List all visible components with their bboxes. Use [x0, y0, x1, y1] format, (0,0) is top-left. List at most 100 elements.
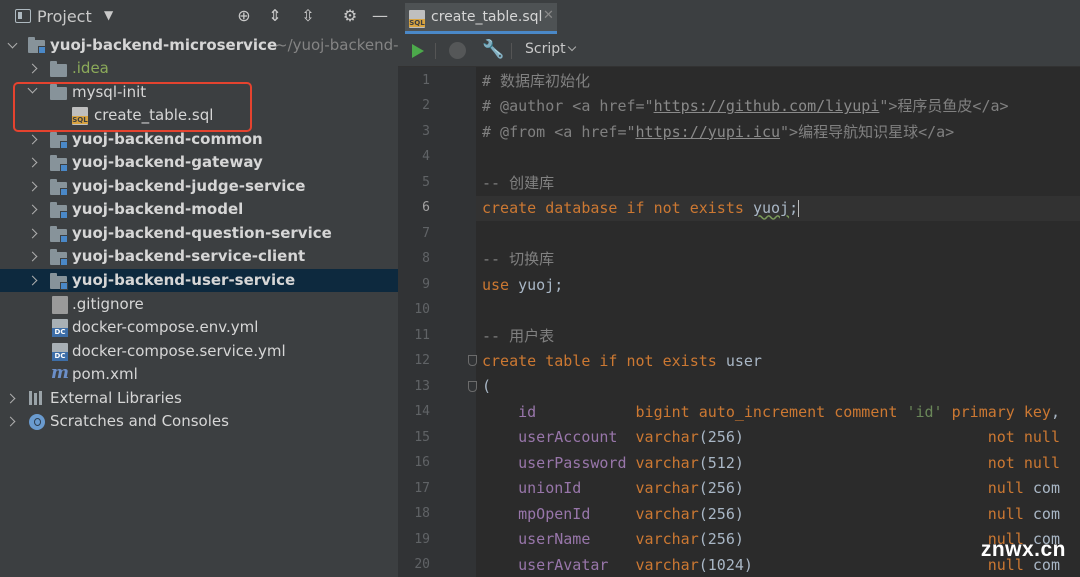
code-line[interactable]: userAccount varchar(256) not null: [482, 425, 1080, 450]
chevron-right-icon[interactable]: [27, 204, 39, 216]
scratches-icon: [29, 414, 45, 430]
line-number-gutter: 1 2 3 4 5 6 7 8 9 10 11 12 13 14 15 16 1…: [398, 67, 477, 577]
tree-item-module-model[interactable]: yuoj-backend-model: [0, 198, 398, 221]
code-line[interactable]: # @author <a href="https://github.com/li…: [482, 94, 1080, 119]
tree-item-label: yuoj-backend-model: [72, 200, 244, 218]
line-number: 14: [414, 404, 430, 419]
line-number: 4: [422, 149, 430, 164]
collapse-all-icon[interactable]: ⇳: [298, 6, 318, 26]
code-line[interactable]: create database if not exists yuoj;: [476, 196, 1080, 222]
line-number: 10: [414, 302, 430, 317]
module-folder-icon: [50, 202, 68, 219]
project-header: Project ▼ ⊕ ⇕ ⇳ ⚙ —: [0, 0, 398, 34]
expand-all-icon[interactable]: ⇕: [265, 6, 285, 26]
library-icon: [29, 391, 45, 405]
code-area[interactable]: # 数据库初始化 # @author <a href="https://githu…: [476, 67, 1080, 577]
project-title[interactable]: Project: [37, 7, 92, 26]
code-line[interactable]: -- 用户表: [482, 324, 1080, 349]
hide-icon[interactable]: —: [370, 6, 390, 26]
code-line[interactable]: userPassword varchar(512) not null: [482, 451, 1080, 476]
stop-button[interactable]: [449, 42, 466, 59]
tree-item-module-user-service[interactable]: yuoj-backend-user-service: [0, 269, 398, 292]
line-number: 17: [414, 481, 430, 496]
tree-item-gitignore[interactable]: .gitignore: [0, 293, 398, 316]
chevron-right-icon[interactable]: [27, 228, 39, 240]
close-icon[interactable]: ✕: [543, 8, 554, 23]
tree-item-idea[interactable]: .idea: [0, 57, 398, 80]
maven-icon: m: [51, 363, 69, 383]
annotation-highlight-box: [13, 82, 252, 132]
project-tool-window: Project ▼ ⊕ ⇕ ⇳ ⚙ — yuoj-backend-microse…: [0, 0, 399, 577]
tree-item-module-judge-service[interactable]: yuoj-backend-judge-service: [0, 175, 398, 198]
script-dropdown[interactable]: Script: [525, 41, 566, 57]
code-line[interactable]: mpOpenId varchar(256) null com: [482, 502, 1080, 527]
code-line[interactable]: unionId varchar(256) null com: [482, 476, 1080, 501]
locate-icon[interactable]: ⊕: [234, 6, 254, 26]
code-line[interactable]: -- 创建库: [482, 171, 1080, 196]
wrench-icon[interactable]: 🔧: [482, 39, 504, 60]
editor-tab-bar: SQL create_table.sql ✕: [398, 0, 1080, 34]
tree-item-compose-env[interactable]: DC docker-compose.env.yml: [0, 316, 398, 339]
tab-create-table-sql[interactable]: SQL create_table.sql ✕: [405, 3, 557, 34]
editor-pane: SQL create_table.sql ✕ 🔧 Script 1 2 3 4 …: [398, 0, 1080, 577]
docker-compose-file-icon: DC: [52, 343, 68, 361]
code-line[interactable]: -- 切换库: [482, 247, 1080, 272]
tree-item-label: yuoj-backend-gateway: [72, 153, 263, 171]
code-line[interactable]: # @from <a href="https://yupi.icu">编程导航知…: [482, 120, 1080, 145]
tree-item-label: Scratches and Consoles: [50, 412, 229, 430]
code-line[interactable]: [482, 145, 1080, 170]
line-number: 16: [414, 455, 430, 470]
code-line[interactable]: [482, 298, 1080, 323]
tree-item-pom[interactable]: m pom.xml: [0, 363, 398, 386]
folder-icon: [50, 61, 67, 77]
module-folder-icon: [28, 37, 46, 54]
chevron-right-icon[interactable]: [27, 134, 39, 146]
line-number: 5: [422, 175, 430, 190]
line-number: 13: [414, 379, 430, 394]
module-folder-icon: [50, 226, 68, 243]
tree-item-module-question-service[interactable]: yuoj-backend-question-service: [0, 222, 398, 245]
module-folder-icon: [50, 273, 68, 290]
toolbar-divider: [435, 43, 436, 59]
code-line[interactable]: create table if not exists user: [482, 349, 1080, 374]
tree-item-label: External Libraries: [50, 389, 182, 407]
chevron-right-icon[interactable]: [27, 181, 39, 193]
project-icon: [15, 9, 31, 23]
sql-file-icon: SQL: [409, 10, 425, 28]
tree-item-root[interactable]: yuoj-backend-microservice ~/yuoj-backend…: [0, 34, 399, 57]
run-button[interactable]: [412, 44, 424, 58]
line-number: 9: [422, 277, 430, 292]
chevron-right-icon[interactable]: [27, 157, 39, 169]
tree-item-scratches[interactable]: Scratches and Consoles: [0, 410, 398, 433]
line-number: 2: [422, 98, 430, 113]
line-number: 7: [422, 226, 430, 241]
view-dropdown-icon[interactable]: ▼: [104, 8, 113, 22]
tree-item-module-gateway[interactable]: yuoj-backend-gateway: [0, 151, 398, 174]
tree-item-external-libraries[interactable]: External Libraries: [0, 387, 398, 410]
code-line[interactable]: (: [482, 374, 1080, 399]
tree-item-label: yuoj-backend-question-service: [72, 224, 332, 242]
watermark: znwx.cn: [980, 538, 1066, 561]
gear-icon[interactable]: ⚙: [340, 6, 360, 26]
chevron-right-icon[interactable]: [27, 275, 39, 287]
chevron-down-icon[interactable]: [7, 40, 19, 52]
tree-item-path: ~/yuoj-backend-: [275, 36, 399, 54]
code-line[interactable]: use yuoj;: [482, 273, 1080, 298]
code-line[interactable]: [482, 222, 1080, 247]
code-line[interactable]: id bigint auto_increment comment 'id' pr…: [482, 400, 1080, 425]
tree-item-label: .idea: [72, 59, 109, 77]
chevron-right-icon[interactable]: [5, 393, 17, 405]
tree-item-label: yuoj-backend-common: [72, 130, 263, 148]
tree-item-label: yuoj-backend-service-client: [72, 247, 306, 265]
chevron-right-icon[interactable]: [5, 416, 17, 428]
toolbar-divider: [511, 43, 512, 59]
line-number: 11: [414, 328, 430, 343]
code-line[interactable]: # 数据库初始化: [482, 69, 1080, 94]
chevron-right-icon[interactable]: [27, 251, 39, 263]
line-number: 12: [414, 353, 430, 368]
tree-item-compose-service[interactable]: DC docker-compose.service.yml: [0, 340, 398, 363]
line-number: 18: [414, 506, 430, 521]
tree-item-module-service-client[interactable]: yuoj-backend-service-client: [0, 245, 398, 268]
chevron-right-icon[interactable]: [27, 63, 39, 75]
editor-toolbar: 🔧 Script: [398, 34, 1080, 67]
